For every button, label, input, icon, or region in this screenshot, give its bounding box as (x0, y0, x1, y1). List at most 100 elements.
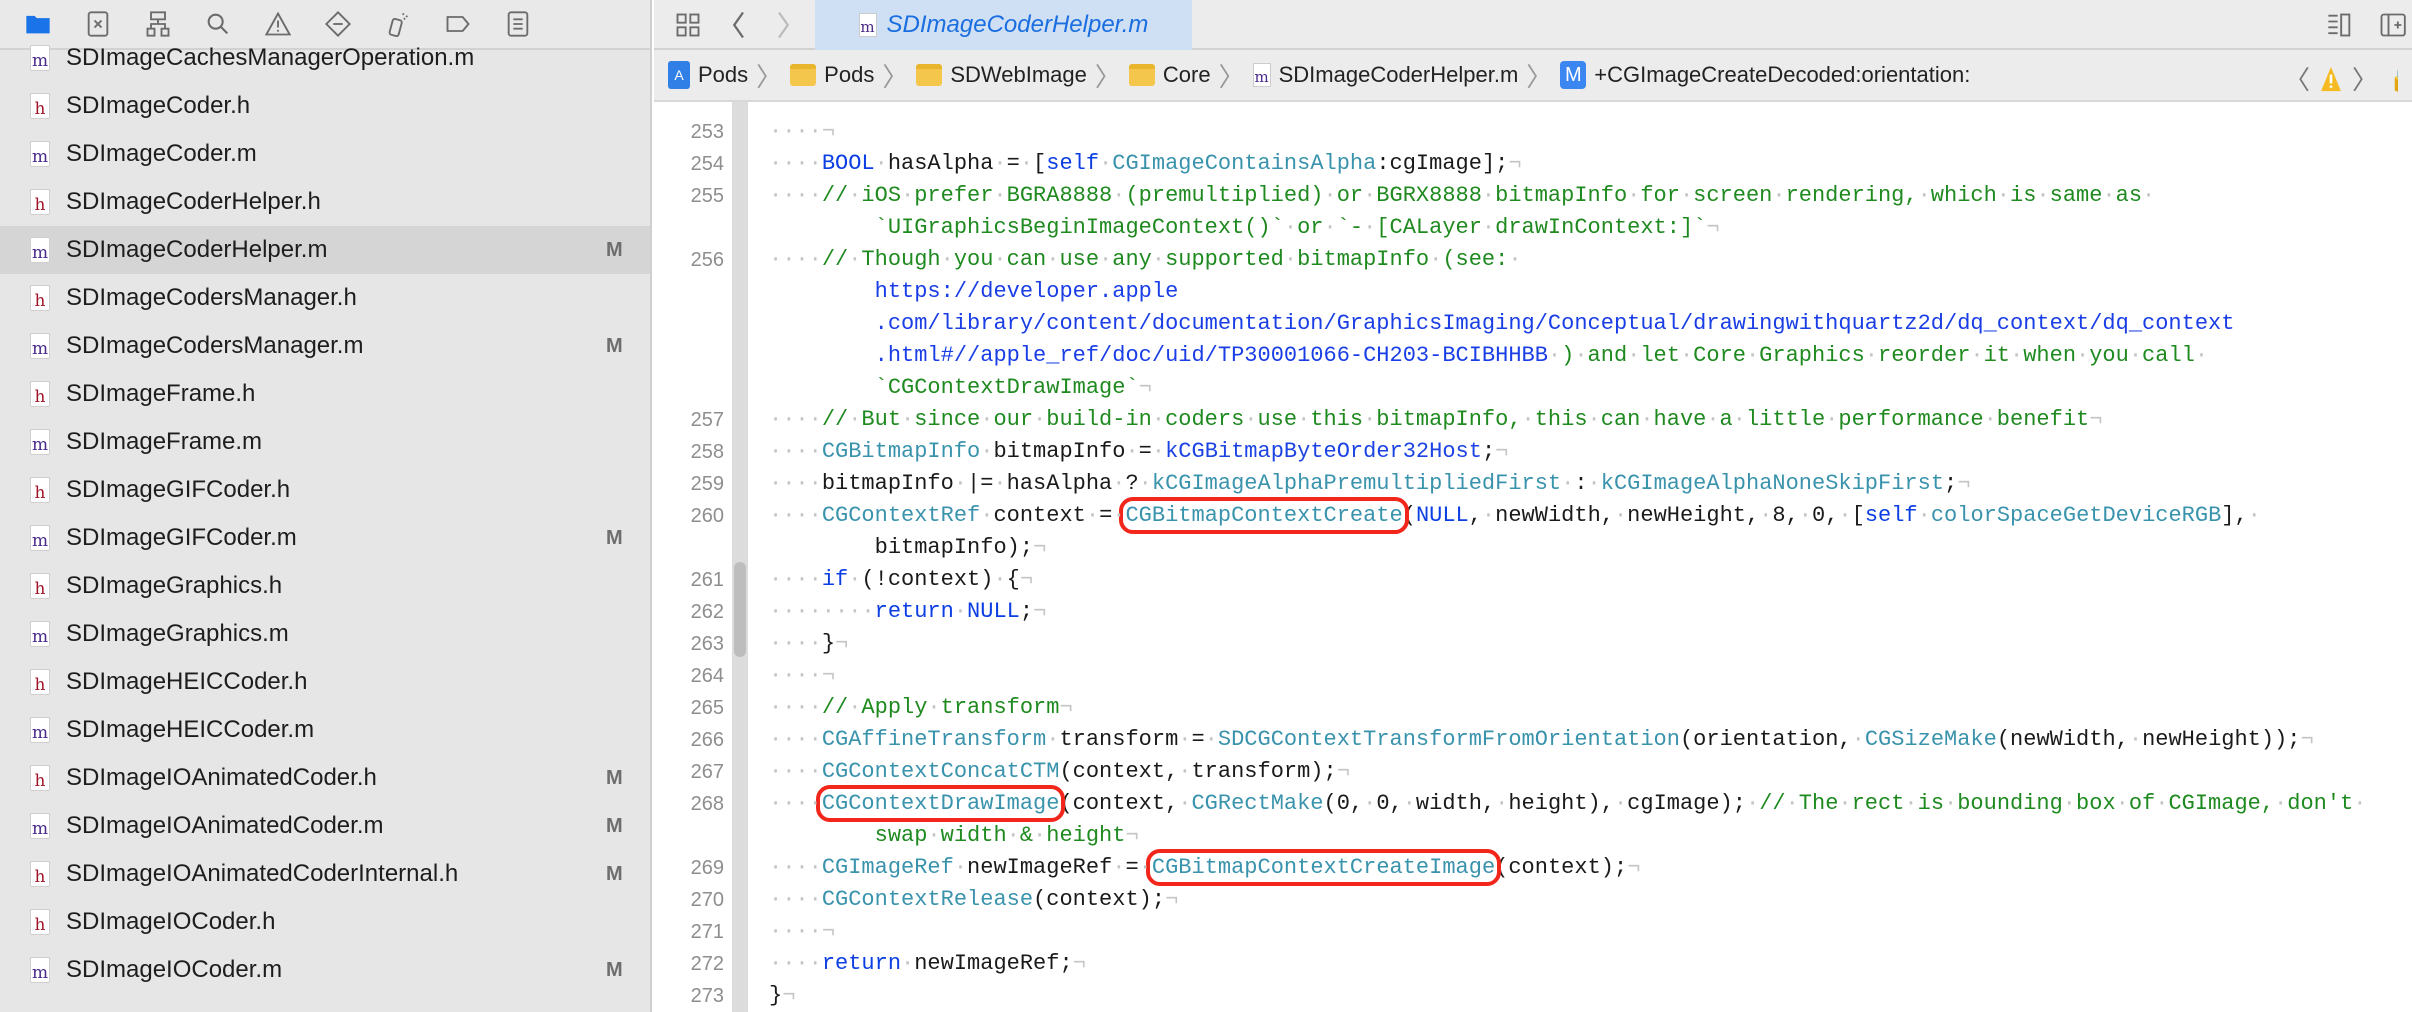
minimap-toggle-icon[interactable] (2320, 5, 2360, 45)
header-file-icon: h (30, 381, 50, 407)
file-item[interactable]: h SDImageCodersManager.h (0, 274, 650, 322)
file-item[interactable]: h SDImageCoderHelper.h (0, 178, 650, 226)
editor-tab-bar: m SDImageCoderHelper.m (654, 0, 2412, 50)
code-line: .html#//apple_ref/doc/uid/TP30001066-CH2… (654, 340, 2412, 372)
code-token: bitmapInfo = (980, 439, 1166, 464)
code-line: 257 // But since our build-in coders use… (654, 404, 2412, 436)
file-item[interactable]: m SDImageCodersManager.m M (0, 322, 650, 370)
file-item[interactable]: m SDImageFrame.m (0, 418, 650, 466)
breadcrumb-folder[interactable]: SDWebImage (916, 62, 1087, 88)
file-item[interactable]: h SDImageIOAnimatedCoderInternal.h M (0, 850, 650, 898)
breadcrumb-folder[interactable]: Core (1128, 62, 1211, 88)
code-area[interactable]: 253 ¬ ···· 254 BOOL hasAlpha = [self CGIma… (654, 102, 2412, 1012)
header-file-icon: h (30, 573, 50, 599)
breadcrumb-file[interactable]: m SDImageCoderHelper.m (1252, 62, 1519, 88)
code-token: // But since our build-in coders use thi… (821, 407, 2090, 432)
file-item[interactable]: h SDImageCoder.h (0, 82, 650, 130)
file-item[interactable]: h SDImageFrame.h (0, 370, 650, 418)
modified-badge: M (606, 814, 623, 837)
line-end-marker: ¬ (1059, 695, 1073, 720)
warning-icon[interactable] (2320, 65, 2342, 93)
line-number: 266 (690, 729, 724, 751)
breadcrumb-method[interactable]: M +CGImageCreateDecoded:orientation: (1560, 61, 1970, 89)
file-list: m SDImageCachesManagerOperation.m h SDImage… (0, 34, 650, 994)
file-item[interactable]: m SDImageCoderHelper.m M (0, 226, 650, 274)
line-end-marker: ¬ (821, 119, 836, 144)
code-text: if (!context) {¬ (769, 564, 1033, 596)
file-item[interactable]: m SDImageCachesManagerOperation.m (0, 34, 650, 82)
line-number: 262 (690, 601, 724, 623)
file-name: SDImageIOAnimatedCoder.m (66, 812, 384, 839)
file-item[interactable]: m SDImageGIFCoder.m M (0, 514, 650, 562)
file-name: SDImageFrame.h (66, 380, 256, 407)
breadcrumb-folder[interactable]: Pods (790, 62, 874, 88)
file-item[interactable]: m SDImageHEICCoder.m (0, 706, 650, 754)
line-number: 256 (690, 249, 724, 271)
line-end-marker: ¬ (1957, 471, 1971, 496)
file-item[interactable]: h SDImageHEICCoder.h (0, 658, 650, 706)
header-file-icon: h (30, 189, 50, 215)
file-item[interactable]: m SDImageIOAnimatedCoder.m M (0, 802, 650, 850)
breadcrumb-label: Pods (824, 62, 875, 87)
code-token: if (821, 567, 849, 592)
file-item[interactable]: m SDImageCoder.m (0, 130, 650, 178)
code-token: newImageRef; (901, 951, 1073, 976)
previous-issue-icon[interactable]: 〈 (2284, 60, 2310, 97)
code-line: 265 // Apply transform¬ ···· · · (654, 692, 2412, 724)
line-number: 270 (690, 889, 724, 911)
code-line: 255 // iOS prefer BGRA8888 (premultiplie… (654, 180, 2412, 212)
objc-file-icon: m (30, 429, 50, 455)
code-token: self (1046, 151, 1100, 176)
code-text: .html#//apple_ref/doc/uid/TP30001066-CH2… (769, 340, 2208, 372)
add-editor-icon[interactable] (2372, 5, 2412, 45)
code-text: }¬ (769, 628, 848, 660)
next-issue-icon[interactable]: 〉 (2352, 60, 2378, 97)
code-token: ], (2221, 503, 2261, 528)
breadcrumb-separator: 〉 (1094, 61, 1121, 92)
objc-file-icon: m (1252, 63, 1271, 87)
file-item[interactable]: m SDImageGraphics.m (0, 610, 650, 658)
breadcrumb-separator: 〉 (1526, 61, 1553, 92)
code-token: .com/library/content/documentation/Graph… (874, 311, 2235, 336)
code-token: colorSpaceGetDeviceRGB (1930, 503, 2222, 528)
file-name: SDImageHEICCoder.m (66, 716, 315, 743)
file-item[interactable]: h SDImageGraphics.h (0, 562, 650, 610)
back-chevron-icon[interactable] (720, 5, 756, 45)
code-line: swap width & height¬ · · · (654, 820, 2412, 852)
modified-badge: M (606, 958, 623, 981)
file-item[interactable]: h SDImageIOCoder.h (0, 898, 650, 946)
code-text: CGAffineTransform transform = SDCGContex… (769, 724, 2314, 756)
file-item[interactable]: h SDImageGIFCoder.h (0, 466, 650, 514)
code-token: `UIGraphicsBeginImageContext()` or `- [C… (874, 215, 1707, 240)
code-token: // Apply transform (821, 695, 1060, 720)
file-item[interactable]: m SDImageIOCoder.m M (0, 946, 650, 994)
tab-sdimagecoderhelper-m[interactable]: m SDImageCoderHelper.m (815, 0, 1192, 50)
breadcrumb-project[interactable]: A Pods (668, 61, 748, 89)
code-line: 272 return newImageRef;¬ ···· · (654, 948, 2412, 980)
line-end-marker: ¬ (1706, 215, 1720, 240)
code-line: 269 CGImageRef newImageRef = CGBitmapCon… (654, 849, 2412, 886)
code-token: (!context) { (848, 567, 1020, 592)
lock-icon[interactable]: 🔒 (2388, 63, 2398, 94)
file-name: SDImageGraphics.m (66, 620, 289, 647)
code-line: 270 CGContextRelease(context);¬ ···· (654, 884, 2412, 916)
line-number: 273 (690, 985, 724, 1007)
file-item[interactable]: h SDImageIOAnimatedCoder.h M (0, 754, 650, 802)
code-line: 268 CGContextDrawImage(context, CGRectMa… (654, 785, 2412, 822)
code-line: 258 CGBitmapInfo bitmapInfo = kCGBitmapB… (654, 436, 2412, 468)
code-token: } (821, 631, 836, 656)
line-end-marker: ¬ (2300, 727, 2314, 752)
code-line: `CGContextDrawImage`¬ (654, 372, 2412, 404)
code-text: `UIGraphicsBeginImageContext()` or `- [C… (769, 212, 1720, 244)
breadcrumb-label: SDImageCoderHelper.m (1278, 62, 1519, 87)
folder-icon (916, 64, 943, 86)
code-text: // Apply transform¬ (769, 692, 1073, 724)
forward-chevron-icon[interactable] (766, 5, 802, 45)
code-token: .html#//apple_ref/doc/uid/TP30001066-CH2… (874, 343, 1548, 368)
line-number: 261 (690, 569, 724, 591)
code-text: BOOL hasAlpha = [self CGImageContainsAlp… (769, 148, 1522, 180)
related-items-grid-icon[interactable] (668, 5, 708, 45)
code-token: // The rect is bounding box of CGImage, … (1759, 791, 2367, 816)
file-name: SDImageIOCoder.h (66, 908, 276, 935)
